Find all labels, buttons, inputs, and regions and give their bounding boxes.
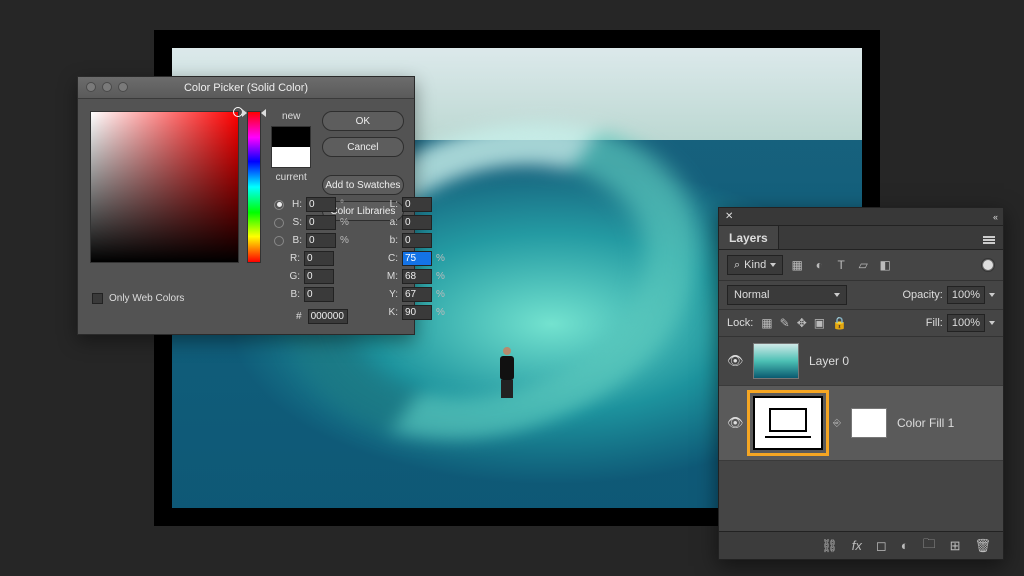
add-mask-icon[interactable]: ◻: [876, 538, 887, 554]
chevron-down-icon[interactable]: [989, 321, 995, 325]
kind-label: Kind: [744, 259, 766, 271]
dialog-title: Color Picker (Solid Color): [184, 82, 308, 94]
filter-adjustment-icon[interactable]: ◐: [811, 257, 827, 273]
filter-shape-icon[interactable]: ▱: [855, 257, 871, 273]
lab-b-field[interactable]: [402, 233, 432, 248]
link-layers-icon[interactable]: ⛓: [821, 538, 838, 554]
ok-button[interactable]: OK: [322, 111, 404, 131]
layers-panel: ✕ ‹‹ Layers ⌕ Kind ▦ ◐ T ▱ ◧ Normal Opac…: [718, 207, 1004, 560]
traffic-max[interactable]: [118, 82, 128, 92]
filter-toggle[interactable]: [981, 258, 995, 272]
deg-unit: °: [340, 199, 350, 210]
traffic-min[interactable]: [102, 82, 112, 92]
h-field[interactable]: [306, 197, 336, 212]
chevron-down-icon: [770, 263, 776, 267]
group-icon[interactable]: 🗀: [923, 535, 936, 557]
layer-list[interactable]: 👁 Layer 0 👁 ⎆ Color Fill 1: [719, 337, 1003, 461]
pct-c: %: [436, 253, 446, 264]
layer-name[interactable]: Color Fill 1: [897, 416, 954, 430]
lock-pixels-icon[interactable]: ▦: [761, 316, 772, 330]
y-field[interactable]: [402, 287, 432, 302]
s-field[interactable]: [306, 215, 336, 230]
layer-name[interactable]: Layer 0: [809, 354, 849, 368]
hue-pointer-left: [242, 109, 247, 117]
fill-label: Fill:: [926, 317, 943, 329]
hash-label: #: [296, 311, 302, 322]
surfer-figure: [496, 347, 518, 401]
radio-b[interactable]: [274, 236, 284, 246]
layer-thumbnail[interactable]: [753, 343, 799, 379]
radio-h[interactable]: [274, 200, 284, 210]
only-web-colors-label: Only Web Colors: [109, 293, 184, 304]
hue-pointer-right: [261, 109, 266, 117]
layer-row[interactable]: 👁 ⎆ Color Fill 1: [719, 386, 1003, 461]
visibility-toggle-icon[interactable]: 👁: [727, 415, 743, 431]
color-picker-dialog: Color Picker (Solid Color) new current O…: [77, 76, 415, 335]
opacity-label: Opacity:: [903, 289, 943, 301]
panel-collapse-icon[interactable]: ‹‹: [993, 212, 997, 222]
filter-image-icon[interactable]: ▦: [789, 257, 805, 273]
pct-k: %: [436, 307, 446, 318]
panel-close-icon[interactable]: ✕: [725, 211, 733, 222]
new-color-label: new: [282, 111, 300, 122]
layer-row[interactable]: 👁 Layer 0: [719, 337, 1003, 386]
cancel-button[interactable]: Cancel: [322, 137, 404, 157]
visibility-toggle-icon[interactable]: 👁: [727, 353, 743, 369]
lock-all-icon[interactable]: 🔒: [832, 316, 847, 330]
pct-unit: %: [340, 217, 350, 228]
only-web-colors-checkbox[interactable]: [92, 293, 103, 304]
window-controls[interactable]: [86, 82, 128, 92]
c-field[interactable]: [402, 251, 432, 266]
pct-unit-2: %: [340, 235, 350, 246]
l-field[interactable]: [402, 197, 432, 212]
r-field[interactable]: [304, 251, 334, 266]
current-color-label: current: [276, 172, 307, 183]
delete-layer-icon[interactable]: 🗑: [974, 538, 991, 554]
brightness-field[interactable]: [306, 233, 336, 248]
radio-s[interactable]: [274, 218, 284, 228]
lock-position-icon[interactable]: ✥: [797, 316, 807, 330]
link-icon: ⎆: [833, 418, 841, 429]
new-layer-icon[interactable]: ⊞: [950, 538, 961, 554]
blend-mode-value: Normal: [734, 289, 769, 301]
hue-slider[interactable]: [247, 111, 261, 263]
blue-field[interactable]: [304, 287, 334, 302]
opacity-field[interactable]: 100%: [947, 286, 985, 304]
fill-layer-thumbnail[interactable]: [753, 396, 823, 450]
pct-y: %: [436, 289, 446, 300]
chevron-down-icon[interactable]: [989, 293, 995, 297]
filter-type-icon[interactable]: T: [833, 257, 849, 273]
pct-m: %: [436, 271, 446, 282]
traffic-close[interactable]: [86, 82, 96, 92]
saturation-brightness-field[interactable]: [90, 111, 239, 263]
new-color[interactable]: [272, 127, 310, 147]
panel-menu-icon[interactable]: [975, 232, 1003, 244]
filter-kind-dropdown[interactable]: ⌕ Kind: [727, 255, 783, 275]
fx-icon[interactable]: fx: [852, 538, 862, 553]
chevron-down-icon: [834, 293, 840, 297]
current-color[interactable]: [272, 147, 310, 167]
dialog-titlebar[interactable]: Color Picker (Solid Color): [78, 77, 414, 99]
color-swatch[interactable]: [271, 126, 311, 168]
add-to-swatches-button[interactable]: Add to Swatches: [322, 175, 404, 195]
search-icon: ⌕: [734, 259, 740, 272]
lock-label: Lock:: [727, 317, 753, 329]
g-field[interactable]: [304, 269, 334, 284]
blend-mode-dropdown[interactable]: Normal: [727, 285, 847, 305]
m-field[interactable]: [402, 269, 432, 284]
hex-field[interactable]: [308, 309, 348, 324]
lock-brush-icon[interactable]: ✎: [780, 316, 790, 330]
layers-footer: ⛓ fx ◻ ◐ 🗀 ⊞ 🗑: [719, 531, 1003, 559]
adjustment-layer-icon[interactable]: ◐: [901, 538, 909, 553]
a-field[interactable]: [402, 215, 432, 230]
fill-field[interactable]: 100%: [947, 314, 985, 332]
lock-artboard-icon[interactable]: ▣: [814, 316, 825, 330]
layer-mask-thumbnail[interactable]: [851, 408, 887, 438]
k-field[interactable]: [402, 305, 432, 320]
filter-smart-icon[interactable]: ◧: [877, 257, 893, 273]
layers-tab[interactable]: Layers: [719, 226, 779, 249]
